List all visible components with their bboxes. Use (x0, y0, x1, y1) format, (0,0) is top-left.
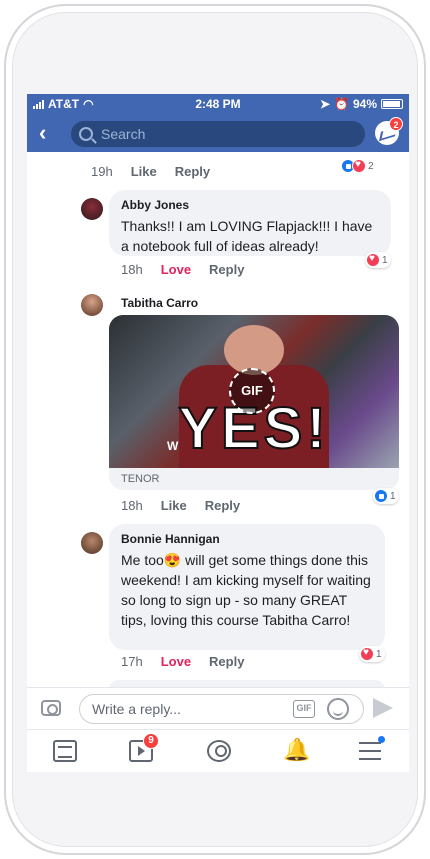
comment-text: Me too😍 will get some things done this w… (121, 552, 371, 628)
reply-button[interactable]: Reply (209, 262, 244, 277)
comment-author[interactable]: Abby Jones (121, 198, 379, 212)
send-icon[interactable] (373, 698, 393, 718)
gif-source: TENOR (109, 468, 399, 490)
back-arrow-icon[interactable]: ‹ (39, 120, 46, 146)
comment-bubble: Abby Jones Thanks!! I am LOVING Flapjack… (109, 190, 391, 256)
search-icon (79, 127, 93, 141)
comment-time: 18h (121, 498, 143, 513)
profile-icon[interactable] (207, 740, 231, 762)
menu-indicator-dot (378, 736, 385, 743)
reply-composer: Write a reply... GIF (27, 687, 409, 729)
comment-time: 19h (91, 164, 113, 179)
like-button[interactable]: Like (161, 498, 187, 513)
reaction-count: 1 (382, 254, 388, 266)
reaction-summary[interactable]: 1 (359, 646, 385, 662)
battery-percent: 94% (352, 97, 377, 111)
comment-actions: 18h Like Reply (121, 498, 240, 513)
avatar[interactable] (81, 294, 103, 316)
top-nav-bar: ‹ Search 2 (27, 114, 409, 152)
wwe-logo-icon: W (167, 439, 179, 453)
video-badge: 9 (143, 733, 159, 749)
reaction-count: 1 (376, 648, 382, 660)
love-button[interactable]: Love (161, 654, 191, 669)
status-bar: AT&T ◠ 2:48 PM ➤ ⏰ 94% (27, 94, 409, 114)
comment-actions: 18h Love Reply (121, 262, 244, 277)
like-reaction-icon (374, 489, 388, 503)
avatar[interactable] (81, 532, 103, 554)
comment-actions: 19h Like Reply (91, 164, 210, 179)
gif-button[interactable]: GIF (293, 700, 315, 718)
app-screen: AT&T ◠ 2:48 PM ➤ ⏰ 94% ‹ Search 2 19h Li… (27, 94, 409, 772)
reaction-count: 2 (368, 160, 374, 172)
reaction-summary[interactable]: 2 (341, 158, 374, 174)
location-icon: ➤ (319, 97, 331, 111)
notifications-bell-icon[interactable]: 🔔 (283, 738, 310, 762)
emoji-icon[interactable] (327, 698, 349, 720)
menu-icon[interactable] (359, 742, 381, 760)
comments-list: 19h Like Reply 2 Abby Jones Thanks!! I a… (27, 152, 409, 687)
camera-icon[interactable] (41, 700, 61, 716)
messenger-badge: 2 (389, 117, 403, 131)
love-reaction-icon (352, 159, 366, 173)
comment-author[interactable]: Bonnie Hannigan (121, 532, 373, 546)
love-reaction-icon (360, 647, 374, 661)
reply-button[interactable]: Reply (209, 654, 244, 669)
like-button[interactable]: Like (131, 164, 157, 179)
comment-author[interactable]: Tabitha Carro (121, 296, 198, 310)
love-reaction-icon (366, 253, 380, 267)
reply-button[interactable]: Reply (175, 164, 210, 179)
alarm-icon: ⏰ (334, 97, 349, 111)
battery-icon (381, 99, 403, 109)
comment-actions: 17h Love Reply (121, 654, 244, 669)
reaction-count: 1 (390, 490, 396, 502)
comment-text: Thanks!! I am LOVING Flapjack!!! I have … (121, 218, 373, 254)
reply-input[interactable]: Write a reply... (79, 694, 364, 724)
gif-play-badge[interactable]: GIF (229, 368, 275, 414)
comment-time: 17h (121, 654, 143, 669)
reaction-summary[interactable]: 1 (365, 252, 391, 268)
comment-time: 18h (121, 262, 143, 277)
news-feed-icon[interactable] (53, 740, 77, 762)
gif-attachment[interactable]: YES! GIF W (109, 315, 399, 468)
love-button[interactable]: Love (161, 262, 191, 277)
bottom-tab-bar: 9 🔔 (27, 729, 409, 772)
search-placeholder: Search (101, 126, 146, 142)
reply-button[interactable]: Reply (205, 498, 240, 513)
comment-bubble-partial (109, 680, 385, 687)
reaction-summary[interactable]: 1 (373, 488, 399, 504)
search-input[interactable]: Search (71, 121, 365, 147)
comment-bubble: Bonnie Hannigan Me too😍 will get some th… (109, 524, 385, 650)
avatar[interactable] (81, 198, 103, 220)
